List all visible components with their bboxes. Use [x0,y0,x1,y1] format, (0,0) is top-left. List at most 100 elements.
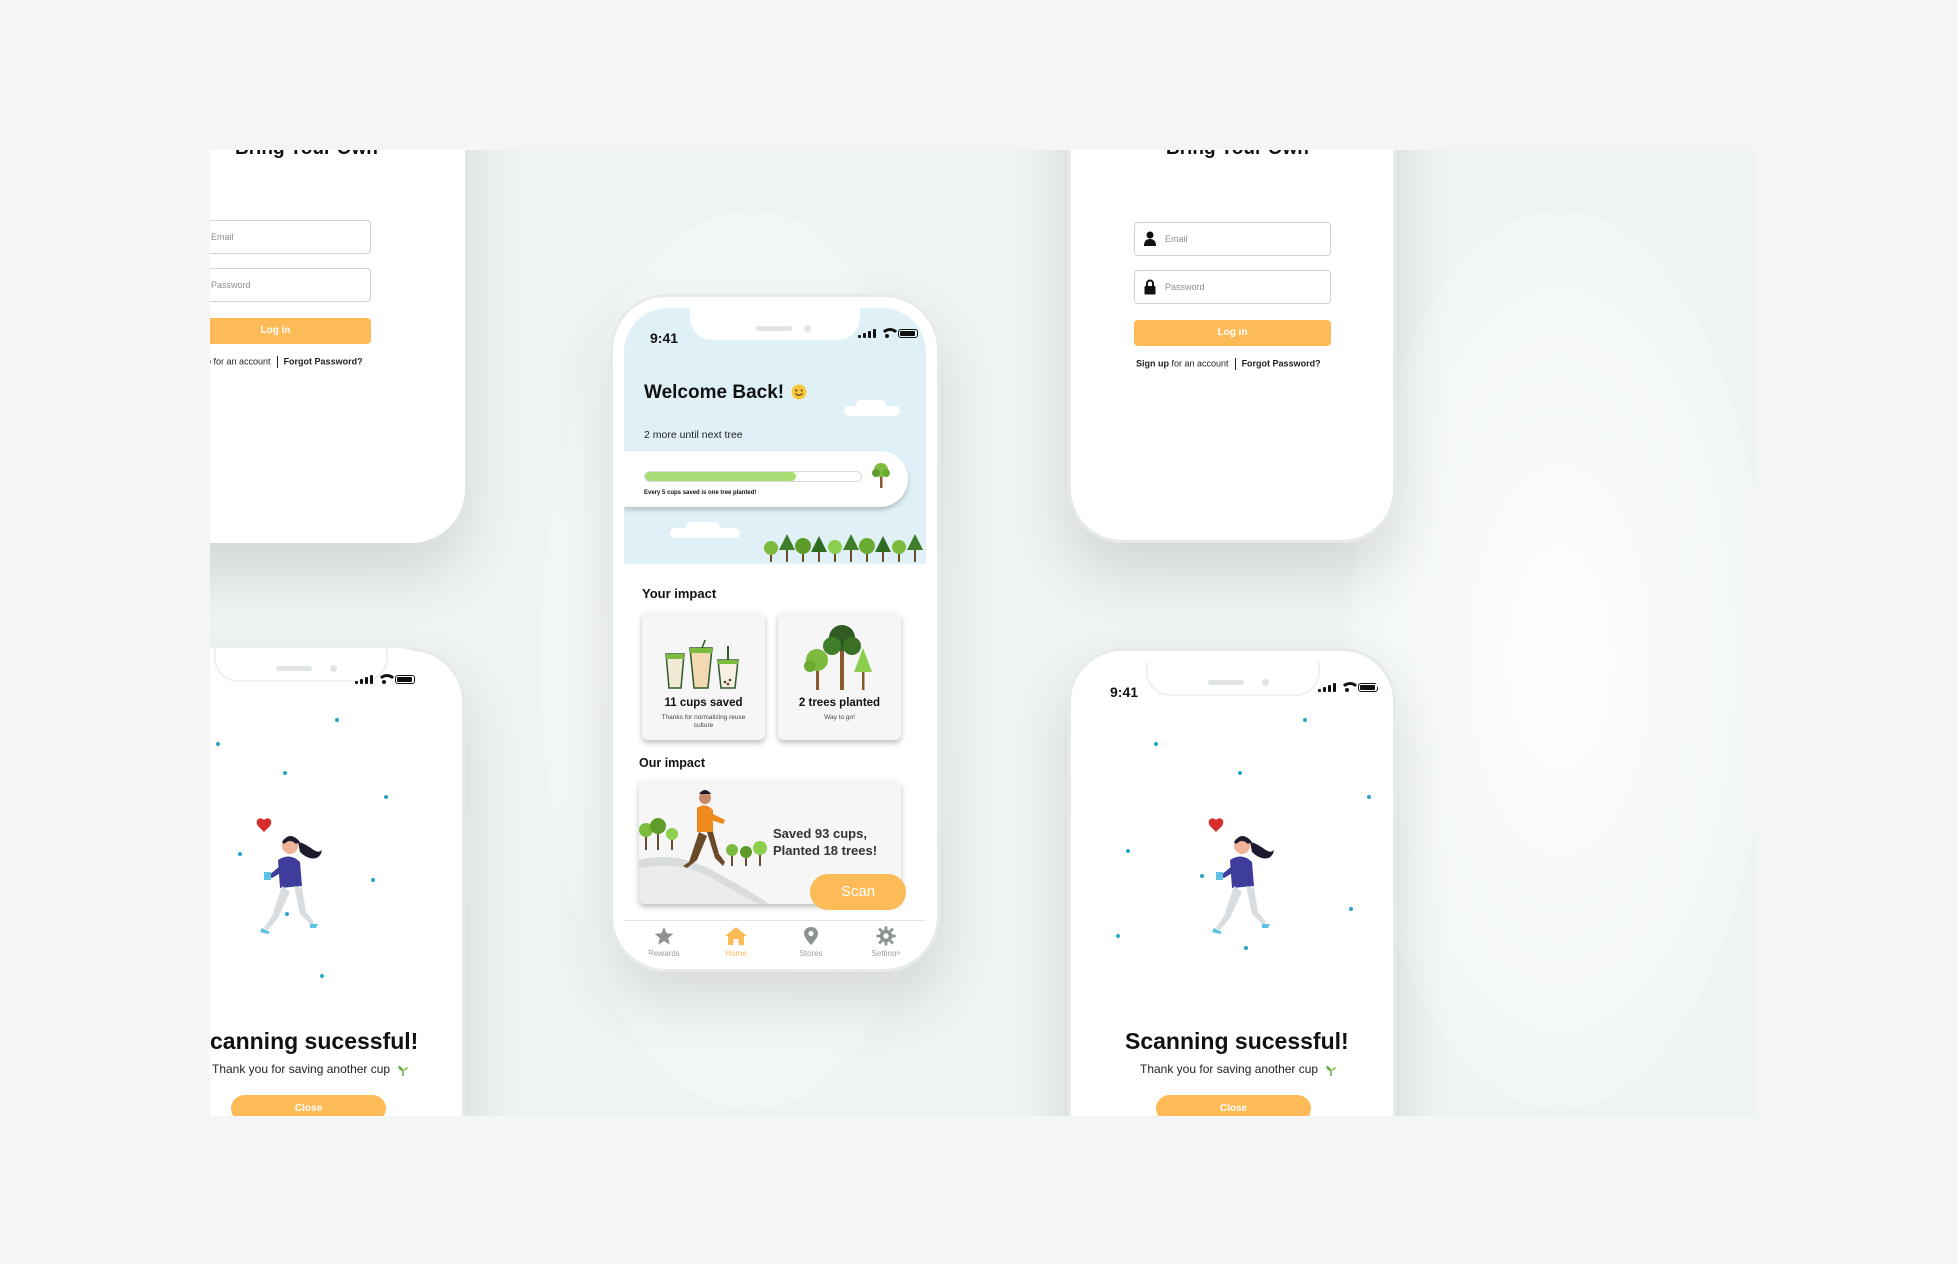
battery-icon [1358,682,1378,692]
nav-settings-label: Settings [871,949,901,958]
login-screen: Bring Your Own Email Password Log in Sig… [1082,150,1382,528]
home-screen: 9:41 Welcome Back! 2 more until next tre… [624,308,926,958]
success-title: canning sucessful! [210,1028,419,1054]
sprout-icon [398,1065,409,1076]
welcome-text: Welcome Back! [644,382,785,403]
password-placeholder: Password [211,280,251,290]
signal-icon [1318,682,1336,692]
nav-stores-label: Stores [799,949,823,958]
next-tree-text: 2 more until next tree [644,429,743,441]
phone-login-right: Bring Your Own Email Password Log in Sig… [1068,150,1400,543]
success-subtitle: Thank you for saving another cup [1140,1062,1337,1076]
phone-notch [1148,662,1318,694]
phone-login-left: Bring Your Own Email Password Log in Sig… [210,150,465,543]
success-subtitle-text: Thank you for saving another cup [212,1062,391,1076]
login-links: Sign up for an account Forgot Password? [210,356,363,368]
email-field[interactable]: Email [210,220,371,254]
runner-illustration [1208,818,1274,934]
forgot-password-link[interactable]: Forgot Password? [1242,358,1321,368]
phone-notch [690,308,860,340]
wifi-icon [880,328,900,338]
trees-planted-subtitle: Way to go! [824,714,855,721]
scan-button[interactable]: Scan [810,874,906,910]
forgot-password-link[interactable]: Forgot Password? [284,356,363,366]
tree-icon [872,463,890,488]
password-placeholder: Password [1165,282,1205,292]
nav-rewards[interactable]: Rewards [639,926,689,958]
signup-link[interactable]: Sign up [210,356,211,366]
success-subtitle-text: Thank you for saving another cup [1140,1062,1319,1076]
success-title: Scanning sucessful! [1125,1028,1349,1054]
email-placeholder: Email [1165,234,1188,244]
gear-icon [876,926,896,946]
nav-home[interactable]: Home [711,926,761,958]
progress-card: Every 5 cups saved is one tree planted! [624,451,908,507]
bottom-nav [624,920,926,921]
phone-success-right: 9:41 Scanning sucessful! Thank you for s… [1064,648,1400,1116]
email-placeholder: Email [211,232,234,242]
nav-rewards-label: Rewards [648,949,680,958]
home-icon [725,927,747,945]
showcase-background: Bring Your Own Email Password Log in Sig… [210,150,1755,1116]
cups-saved-subtitle: Thanks for normalizing reuse culture [661,714,746,730]
cups-saved-title: 11 cups saved [664,697,743,709]
progress-fill [645,472,797,481]
battery-icon [898,328,918,338]
cups-illustration [665,640,739,689]
close-button[interactable]: Close [1156,1095,1311,1116]
battery-icon [395,674,415,684]
signup-suffix: for an account [213,356,271,367]
tree-line-illustration [764,534,923,562]
smile-emoji-icon [791,384,807,400]
close-button[interactable]: Close [231,1095,386,1116]
wifi-icon [377,674,397,684]
our-impact-line1: Saved 93 cups, [773,826,867,841]
location-pin-icon [804,927,818,945]
password-field[interactable]: Password [210,268,371,302]
login-links: Sign up for an account Forgot Password? [1136,358,1321,370]
password-field[interactable]: Password [1134,270,1331,304]
trees-planted-card[interactable]: 2 trees planted Way to go! [778,612,901,740]
phone-success-left: canning sucessful! Thank you for saving … [210,648,469,1116]
success-screen: canning sucessful! Thank you for saving … [210,648,451,1116]
cloud [856,400,886,410]
our-impact-line2: Planted 18 trees! [773,843,878,858]
status-icons [1318,682,1378,692]
login-button[interactable]: Log in [210,318,371,344]
wifi-icon [1340,682,1360,692]
divider [276,356,278,368]
sprout-icon [1326,1065,1337,1076]
status-time: 9:41 [650,330,679,346]
email-field[interactable]: Email [1134,222,1331,256]
welcome-heading: Welcome Back! [644,382,807,404]
progress-track [644,471,862,482]
phone-home: 9:41 Welcome Back! 2 more until next tre… [610,294,944,972]
trees-illustration [804,625,872,690]
our-impact-heading: Our impact [639,756,705,770]
divider [1234,358,1236,370]
login-title: Bring Your Own [235,150,378,160]
cloud [686,522,720,532]
trees-planted-title: 2 trees planted [798,697,881,709]
small-trees-illustration [726,841,767,866]
signup-suffix: for an account [1171,358,1229,369]
runner-illustration [256,818,322,934]
lock-icon [1144,279,1156,295]
signal-icon [355,674,373,684]
status-time: 9:41 [1110,684,1139,700]
success-screen: 9:41 Scanning sucessful! Thank you for s… [1082,662,1382,1116]
login-title: Bring Your Own [1166,150,1309,160]
status-icons [355,674,415,684]
signup-link[interactable]: Sign up [1136,358,1169,368]
progress-caption: Every 5 cups saved is one tree planted! [644,490,757,496]
login-button[interactable]: Log in [1134,320,1331,346]
nav-stores[interactable]: Stores [786,926,836,958]
cups-saved-card[interactable]: 11 cups saved Thanks for normalizing reu… [642,612,765,740]
nav-settings[interactable]: Settings [861,926,911,958]
signal-icon [858,328,876,338]
star-icon [654,927,674,945]
your-impact-heading: Your impact [642,586,717,601]
status-icons [858,328,918,338]
login-screen: Bring Your Own Email Password Log in Sig… [210,150,465,543]
nav-home-label: Home [725,949,747,958]
